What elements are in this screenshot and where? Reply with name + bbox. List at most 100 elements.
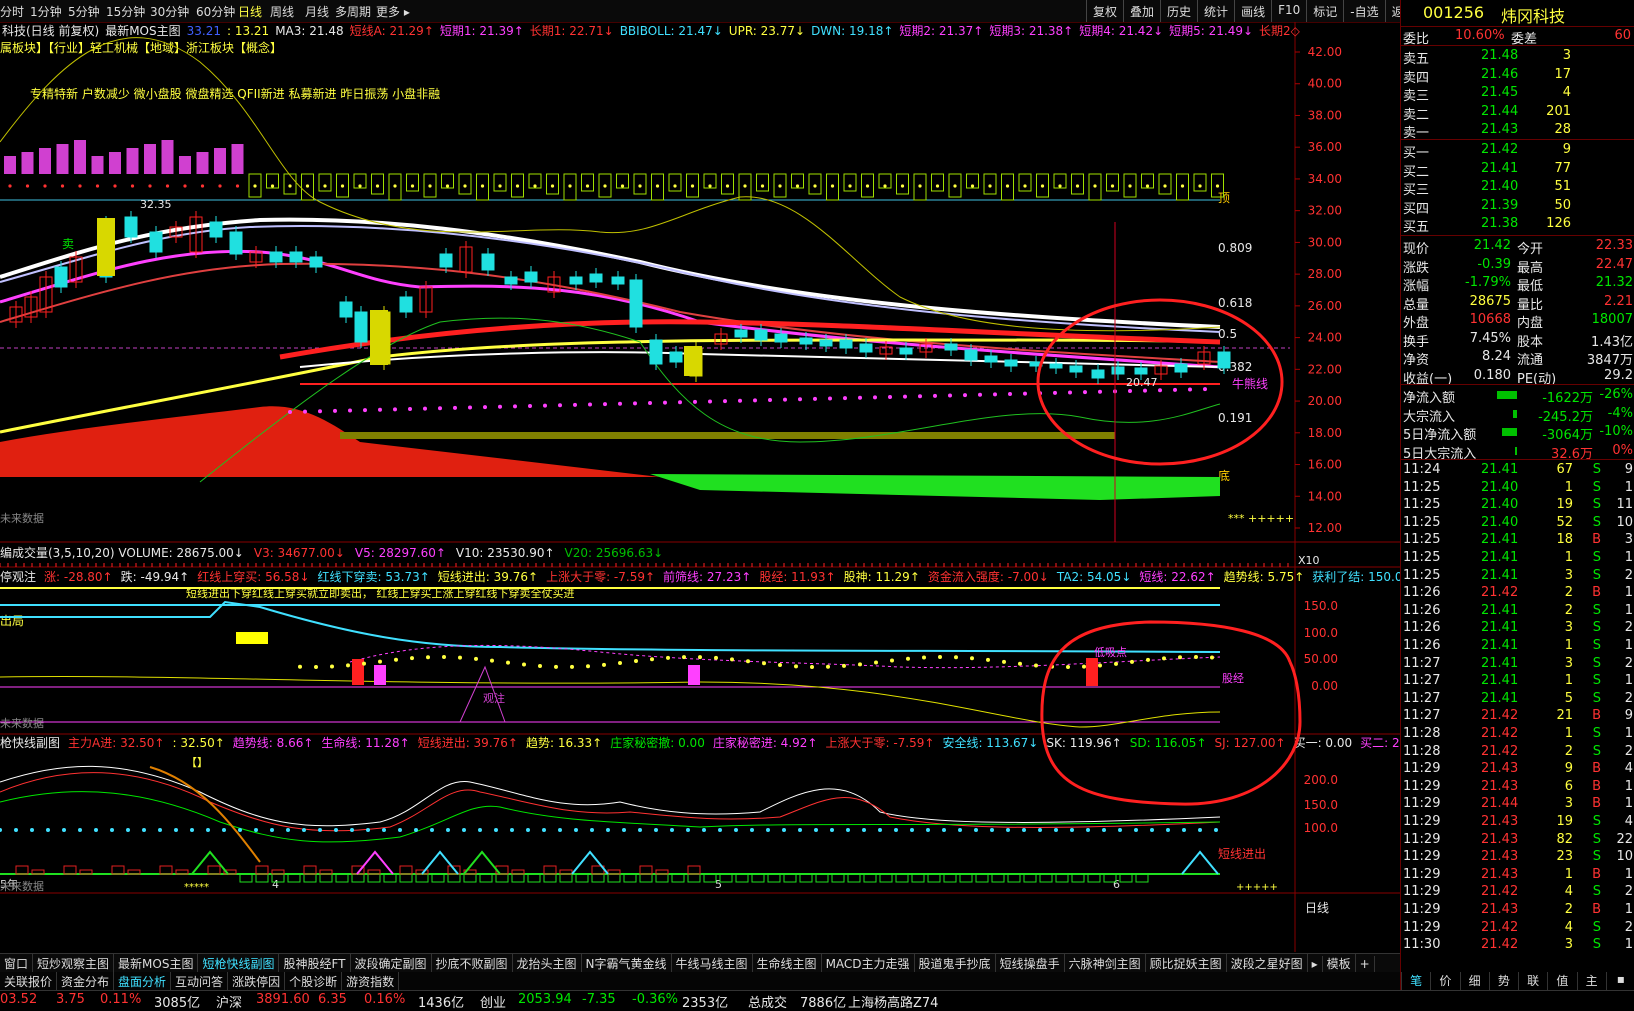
mos-dot xyxy=(235,184,240,188)
period-0[interactable]: 分时 xyxy=(0,3,24,20)
indicator-tab-18[interactable]: 模板 xyxy=(1323,954,1356,973)
title-item-10: DWN: 19.18↑ xyxy=(811,24,893,38)
mos-dot xyxy=(585,184,590,188)
indicator-tab-4[interactable]: 股神股经FT xyxy=(279,954,351,973)
indicator-tab-14[interactable]: 六脉神剑主图 xyxy=(1065,954,1146,973)
indicator-tab-16[interactable]: 波段之星好图 xyxy=(1227,954,1308,973)
indicator-tab-6[interactable]: 抄底不败副图 xyxy=(432,954,513,973)
sub2-dot xyxy=(174,828,178,832)
mos-bar xyxy=(493,173,507,192)
period-3[interactable]: 15分钟 xyxy=(106,3,145,20)
candle-body xyxy=(1091,369,1105,379)
panel-tab-2[interactable]: 细 xyxy=(1459,972,1489,990)
indicator-tab-11[interactable]: MACD主力走强 xyxy=(822,954,915,973)
toolbar-button-5[interactable]: F10 xyxy=(1271,0,1306,22)
panel-tab-0[interactable]: 笔 xyxy=(1401,972,1430,990)
stat-value: 29.2 xyxy=(1604,367,1633,383)
toolbar-button-0[interactable]: 复权 xyxy=(1086,0,1123,22)
sub2-dot xyxy=(302,828,306,832)
info-tab-2[interactable]: 盘面分析 xyxy=(114,972,172,991)
indicator-tab-17[interactable]: ▸ xyxy=(1308,956,1323,972)
mos-bar xyxy=(21,152,34,174)
info-tab-0[interactable]: 关联报价 xyxy=(0,972,58,991)
dot-line xyxy=(378,407,382,412)
indicator-tab-13[interactable]: 短线操盘手 xyxy=(996,954,1065,973)
tick-row: 11:27 21.41 1 S 1 xyxy=(1401,672,1634,690)
panel-tab-3[interactable]: 势 xyxy=(1488,972,1518,990)
candle-body xyxy=(97,218,115,276)
indicator-tab-2[interactable]: 最新MOS主图 xyxy=(114,954,199,973)
stat-label: 量比 xyxy=(1517,297,1544,313)
period-7[interactable]: 周线 xyxy=(270,3,294,20)
sub1-item-9: 股神: 11.29↑ xyxy=(844,570,920,584)
info-tab-4[interactable]: 涨跌停因 xyxy=(228,972,286,991)
sub2-bar xyxy=(847,873,861,883)
stat-row: 总量 28675 量比 2.21 xyxy=(1401,293,1634,313)
panel-tab-5[interactable]: 值 xyxy=(1547,972,1576,990)
indicator-tab-3[interactable]: 短枪快线副图 xyxy=(198,954,280,973)
sub2-bar xyxy=(687,873,701,883)
divider xyxy=(1401,384,1634,385)
indicator-tab-12[interactable]: 股道鬼手抄底 xyxy=(915,954,996,973)
indicator-tab-15[interactable]: 顾比捉妖主图 xyxy=(1146,954,1227,973)
indicator-tab-7[interactable]: 龙抬头主图 xyxy=(513,954,582,973)
dot-line xyxy=(1008,392,1012,396)
indicator-tab-5[interactable]: 波段确定副图 xyxy=(351,954,432,973)
period-2[interactable]: 5分钟 xyxy=(68,3,100,20)
toolbar-button-7[interactable]: -自选 xyxy=(1343,0,1384,22)
panel-tab-6[interactable]: 主 xyxy=(1576,972,1606,990)
sub2-bar xyxy=(399,873,413,883)
sub2-bar xyxy=(911,873,925,883)
dot-line xyxy=(798,397,802,402)
chart-area[interactable]: 科技(日线 前复权) 最新MOS主图 33.21: 13.21 MA3: 21.48 短… xyxy=(0,22,1436,952)
info-tab-6[interactable]: 游资指数 xyxy=(342,972,400,991)
period-10[interactable]: 更多 ▸ xyxy=(376,3,410,20)
status-item-6: 6.35 xyxy=(318,992,347,1007)
indicator-tab-19[interactable]: + xyxy=(1356,956,1375,972)
candle-body xyxy=(629,279,643,328)
fib-label-0: 0.809 xyxy=(1218,241,1252,255)
sub2-dot xyxy=(1086,828,1090,832)
sub2-dot xyxy=(78,828,82,832)
mos-dot xyxy=(988,184,992,188)
period-5[interactable]: 60分钟 xyxy=(196,3,235,20)
kline-chart[interactable]: 科技(日线 前复权) 最新MOS主图 33.21: 13.21 MA3: 21.48 短… xyxy=(0,22,1436,952)
panel-tab-4[interactable]: 联 xyxy=(1518,972,1547,990)
ask-label: 卖三 xyxy=(1403,89,1430,104)
sub2-curve xyxy=(0,765,1221,827)
mos-dot xyxy=(428,184,432,188)
period-1[interactable]: 1分钟 xyxy=(30,3,62,20)
sub1-dot xyxy=(1002,659,1006,664)
toolbar-button-6[interactable]: 标记 xyxy=(1306,0,1343,22)
period-9[interactable]: 多周期 xyxy=(335,3,371,20)
info-tab-1[interactable]: 资金分布 xyxy=(57,972,115,991)
sub1-axis-0: 150.0 xyxy=(1304,599,1338,613)
period-6[interactable]: 日线 xyxy=(238,3,262,20)
info-tab-5[interactable]: 个股诊断 xyxy=(285,972,343,991)
mos-dot xyxy=(830,184,835,188)
indicator-tab-10[interactable]: 生命线主图 xyxy=(753,954,822,973)
period-8[interactable]: 月线 xyxy=(305,3,329,20)
toolbar-button-4[interactable]: 画线 xyxy=(1234,0,1271,22)
bid-volume: 50 xyxy=(1554,197,1571,213)
stat-row: 净资 8.24 流通 3847万 xyxy=(1401,348,1634,368)
candle-body xyxy=(649,339,663,365)
toolbar-button-2[interactable]: 历史 xyxy=(1160,0,1197,22)
sub2-dot xyxy=(766,828,770,832)
panel-tab-7[interactable]: ▪ xyxy=(1605,972,1634,990)
panel-tab-1[interactable]: 价 xyxy=(1430,972,1459,990)
tick-count: 1 xyxy=(1624,796,1633,812)
indicator-tab-0[interactable]: 窗口 xyxy=(0,954,34,973)
period-4[interactable]: 30分钟 xyxy=(150,3,189,20)
tick-row: 11:25 21.41 18 B 3 xyxy=(1401,531,1634,549)
info-tab-3[interactable]: 互动问答 xyxy=(171,972,229,991)
indicator-tab-1[interactable]: 短炒观察主图 xyxy=(33,954,115,973)
dot-line xyxy=(708,399,712,404)
mos-bar xyxy=(161,140,174,174)
indicator-tab-9[interactable]: 牛线马线主图 xyxy=(672,954,753,973)
tick-side: S xyxy=(1592,638,1601,653)
indicator-tabs: 窗口 短炒观察主图 最新MOS主图 短枪快线副图 股神股经FT 波段确定副图 抄底不败副图龙… xyxy=(0,953,1400,973)
toolbar-button-3[interactable]: 统计 xyxy=(1197,0,1234,22)
toolbar-button-1[interactable]: 叠加 xyxy=(1123,0,1160,22)
indicator-tab-8[interactable]: N字霸气黄金线 xyxy=(582,954,672,973)
